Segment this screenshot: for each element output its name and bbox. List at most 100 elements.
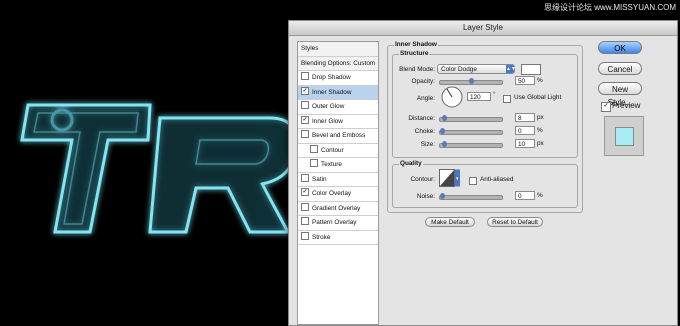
style-checkbox[interactable]: ✓ [301,115,309,124]
distance-slider-thumb[interactable] [441,115,447,121]
style-item-color-overlay[interactable]: ✓ Color Overlay [298,187,378,202]
style-item-label: Color Overlay [312,190,352,197]
choke-unit: % [537,127,543,134]
watermark-text: 思缘设计论坛 www.MISSYUAN.COM [543,3,676,12]
style-item-styles[interactable]: Styles [298,42,378,57]
style-item-blending-options-custom[interactable]: Blending Options: Custom [298,56,378,71]
opacity-slider[interactable] [439,78,503,85]
distance-input[interactable]: 8 [515,113,535,122]
size-slider-thumb[interactable] [442,141,448,147]
blend-mode-select[interactable]: Color Dodge ▲▼ [437,64,516,74]
style-item-bevel-and-emboss[interactable]: Bevel and Emboss [298,129,378,144]
opacity-unit: % [537,77,543,84]
use-global-light-label: Use Global Light [514,94,562,101]
tr-glow-artwork [20,103,298,234]
contour-label: Contour: [410,176,435,183]
style-checkbox[interactable] [301,217,309,226]
style-item-gradient-overlay[interactable]: Gradient Overlay [298,202,378,216]
angle-dial-icon[interactable] [441,86,463,108]
choke-label: Choke: [414,128,435,135]
style-checkbox[interactable]: ✓ [301,86,309,95]
style-item-pattern-overlay[interactable]: Pattern Overlay [298,216,378,231]
style-checkbox[interactable] [301,72,309,81]
structure-title: Structure [399,50,430,57]
angle-label: Angle: [416,95,435,102]
anti-aliased-label: Anti-aliased [480,176,514,183]
style-item-label: Satin [312,175,327,183]
style-item-label: Texture [321,161,342,168]
style-item-label: Blending Options: Custom [301,59,376,67]
style-checkbox[interactable] [310,159,318,168]
style-item-label: Gradient Overlay [312,204,361,212]
quality-title: Quality [399,160,423,167]
style-checkbox[interactable] [301,173,309,182]
style-item-inner-shadow[interactable]: ✓ Inner Shadow [298,85,378,100]
opacity-input[interactable]: 50 [515,76,535,85]
opacity-label: Opacity: [411,78,435,85]
style-checkbox[interactable] [301,202,309,211]
contour-preview-icon[interactable]: ▾ [439,169,461,187]
anti-aliased-checkbox[interactable] [469,177,477,185]
reset-to-default-button[interactable]: Reset to Default [487,217,543,227]
dialog-title: Layer Style [289,21,677,36]
cancel-button[interactable]: Cancel [598,62,642,75]
style-item-outer-glow[interactable]: Outer Glow [298,100,378,115]
blend-mode-value: Color Dodge [441,66,477,73]
artwork-canvas [0,0,300,324]
size-label: Size: [420,141,435,148]
angle-unit: ° [493,91,496,98]
preview-swatch [615,127,634,146]
style-item-label: Bevel and Emboss [312,132,366,139]
style-item-label: Outer Glow [312,103,345,110]
size-unit: px [537,140,544,147]
choke-input[interactable]: 0 [515,126,535,135]
style-item-texture[interactable]: Texture [298,158,378,173]
blend-mode-label: Blend Mode: [399,66,435,73]
style-item-inner-glow[interactable]: ✓ Inner Glow [298,115,378,129]
new-style-button[interactable]: New Style... [598,82,642,107]
choke-slider[interactable] [439,128,503,135]
styles-list: Styles Blending Options: Custom Drop Shado… [297,41,379,325]
style-checkbox[interactable] [301,101,309,110]
noise-label: Noise: [416,193,435,200]
style-item-stroke[interactable]: Stroke [298,231,378,245]
updown-arrows-icon: ▲▼ [506,65,516,73]
inner-shadow-group: Inner Shadow Structure Blend Mode: Color… [387,41,583,213]
style-item-label: Pattern Overlay [312,219,357,226]
style-checkbox[interactable] [301,231,309,240]
make-default-button[interactable]: Make Default [425,217,475,227]
style-checkbox[interactable]: ✓ [301,188,309,197]
style-item-label: Styles [301,45,319,52]
use-global-light-checkbox[interactable] [503,95,511,103]
quality-group: Quality Contour: ▾ Anti-aliased Noise: 0… [392,160,578,208]
style-item-label: Drop Shadow [312,74,351,81]
noise-input[interactable]: 0 [515,191,535,200]
layer-style-dialog: Layer Style Styles Blending Options: Cust… [288,20,678,326]
shadow-color-swatch[interactable] [521,64,541,75]
style-item-label: Stroke [312,233,331,241]
distance-unit: px [537,114,544,121]
distance-slider[interactable] [439,115,503,122]
ok-button[interactable]: OK [598,41,642,54]
structure-group: Structure Blend Mode: Color Dodge ▲▼ Opa… [392,50,578,158]
style-item-drop-shadow[interactable]: Drop Shadow [298,71,378,86]
style-checkbox[interactable] [301,130,309,139]
noise-slider-thumb[interactable] [440,193,445,199]
style-item-contour[interactable]: Contour [298,144,378,158]
preview-box [604,116,644,156]
choke-slider-thumb[interactable] [440,128,445,134]
preview-checkbox[interactable]: ✓ [601,102,611,112]
style-checkbox[interactable] [310,144,318,153]
noise-unit: % [537,192,543,199]
style-item-satin[interactable]: Satin [298,173,378,187]
style-item-label: Inner Shadow [312,88,352,96]
angle-input[interactable]: 120 [467,92,491,101]
preview-label: Preview [612,101,641,110]
inner-shadow-title: Inner Shadow [394,41,438,48]
noise-slider[interactable] [439,193,503,200]
style-item-label: Inner Glow [312,117,343,125]
opacity-slider-thumb[interactable] [468,78,474,84]
size-input[interactable]: 10 [515,139,535,148]
size-slider[interactable] [439,141,503,148]
distance-label: Distance: [408,115,435,122]
